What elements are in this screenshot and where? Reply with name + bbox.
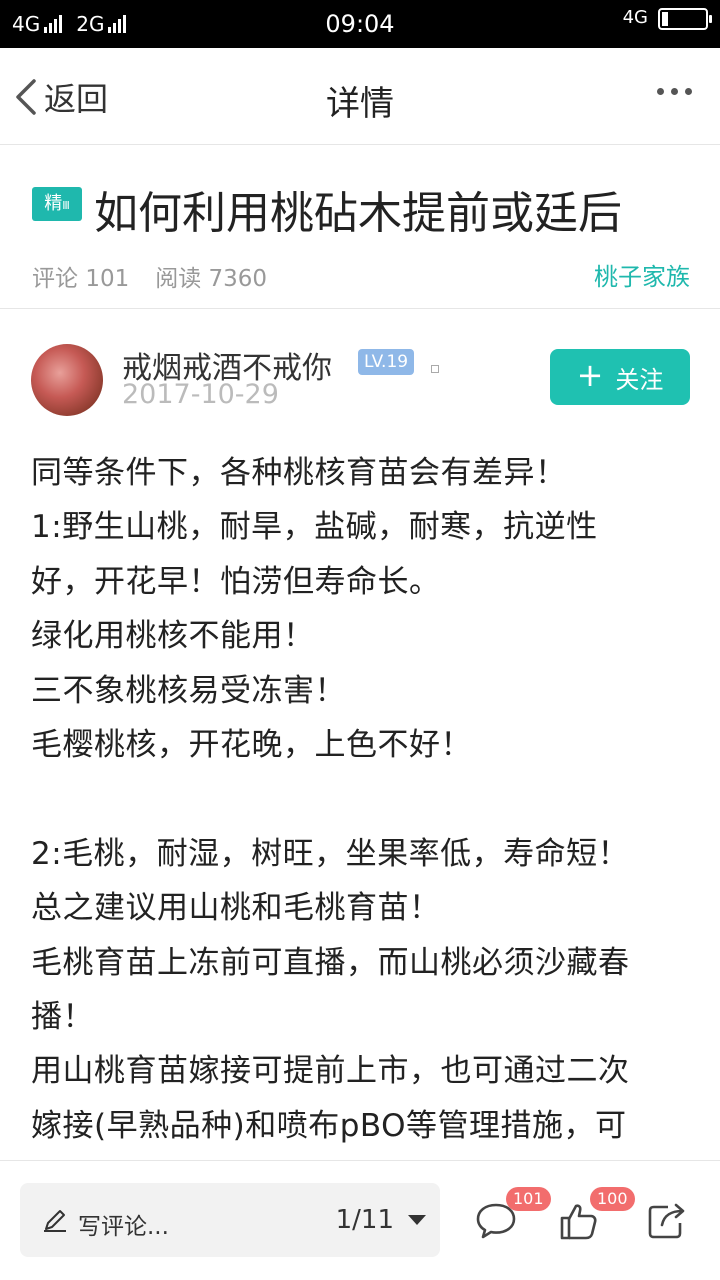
article-line bbox=[31, 772, 693, 826]
article-line: 用山桃育苗嫁接可提前上市，也可通过二次 bbox=[31, 1053, 630, 1090]
write-comment-input[interactable]: 写评论... 1/11 bbox=[20, 1183, 440, 1257]
follow-label: 关注 bbox=[615, 365, 664, 394]
page-title: 详情 bbox=[326, 84, 394, 124]
badge-main: 精 bbox=[44, 193, 63, 214]
network-type: 4G bbox=[622, 6, 648, 28]
post-date: 2017-10-29 bbox=[122, 379, 279, 410]
pen-icon bbox=[44, 1210, 66, 1232]
read-stat: 阅读 7360 bbox=[155, 259, 267, 293]
post-meta: 评论 101 阅读 7360 bbox=[32, 259, 267, 293]
status-right: 4G bbox=[622, 6, 712, 30]
article-line: 三不象桃核易受冻害！ bbox=[31, 672, 346, 709]
badge-sub: Ⅲ bbox=[62, 199, 70, 212]
article-line: 1:野生山桃，耐旱，盐碱，耐寒，抗逆性 bbox=[31, 509, 598, 546]
level-badge: LV.19 bbox=[358, 349, 415, 375]
article-line: 播！ bbox=[31, 999, 94, 1036]
comment-stat-label: 评论 bbox=[32, 266, 78, 292]
post-title: 如何利用桃砧木提前或廷后 bbox=[94, 188, 622, 239]
comment-stat: 评论 101 bbox=[32, 259, 129, 293]
status-bar: 4G 2G 09:04 4G bbox=[0, 0, 720, 48]
plus-icon: + bbox=[576, 356, 604, 394]
page-indicator[interactable]: 1/11 bbox=[336, 1205, 394, 1235]
follow-button[interactable]: + 关注 bbox=[550, 349, 690, 405]
article-line: 总之建议用山桃和毛桃育苗！ bbox=[31, 890, 441, 927]
post-header: 精Ⅲ 如何利用桃砧木提前或廷后 评论 101 阅读 7360 桃子家族 bbox=[0, 145, 720, 309]
article-line: 毛樱桃核，开花晚，上色不好！ bbox=[31, 727, 472, 764]
group-link[interactable]: 桃子家族 bbox=[594, 257, 690, 292]
article-line: 嫁接(早熟品种)和喷布pBO等管理措施，可 bbox=[31, 1107, 627, 1144]
bottom-bar: 写评论... 1/11 101 100 bbox=[0, 1160, 720, 1280]
read-stat-count: 7360 bbox=[208, 266, 268, 292]
battery-icon bbox=[658, 8, 712, 30]
read-stat-label: 阅读 bbox=[155, 266, 202, 292]
avatar[interactable] bbox=[31, 344, 103, 416]
battery-level bbox=[662, 12, 668, 26]
comment-stat-count: 101 bbox=[85, 266, 130, 292]
article-line: 好，开花早！怕涝但寿命长。 bbox=[31, 563, 441, 600]
like-count-badge: 100 bbox=[590, 1187, 635, 1211]
article-body: 同等条件下，各种桃核育苗会有差异！ 1:野生山桃，耐旱，盐碱，耐寒，抗逆性 好，… bbox=[31, 446, 693, 1160]
share-icon[interactable] bbox=[646, 1201, 688, 1241]
medal-icon bbox=[431, 365, 439, 373]
article-line: 绿化用桃核不能用！ bbox=[31, 618, 315, 655]
clock: 09:04 bbox=[325, 10, 395, 38]
caret-down-icon[interactable] bbox=[408, 1215, 426, 1225]
author-row: 戒烟戒酒不戒你 LV.19 2017-10-29 + 关注 bbox=[0, 309, 720, 424]
comment-count-badge: 101 bbox=[506, 1187, 551, 1211]
nav-bar: 返回 详情 bbox=[0, 48, 720, 145]
comment-placeholder: 写评论... bbox=[78, 1214, 169, 1240]
article-line: 毛桃育苗上冻前可直播，而山桃必须沙藏春 bbox=[31, 944, 630, 981]
featured-badge: 精Ⅲ bbox=[32, 187, 82, 221]
article-line: 2:毛桃，耐湿，树旺，坐果率低，寿命短！ bbox=[31, 835, 630, 872]
more-dots-icon[interactable] bbox=[657, 88, 692, 95]
article-line: 同等条件下，各种桃核育苗会有差异！ bbox=[31, 455, 567, 491]
